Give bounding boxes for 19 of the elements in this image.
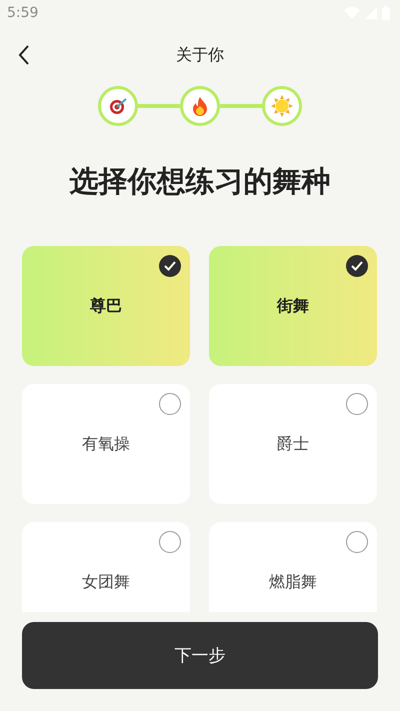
checkmark-icon xyxy=(346,255,368,277)
next-button[interactable]: 下一步 xyxy=(22,622,378,689)
dance-option-card[interactable]: 有氧操 xyxy=(22,384,190,504)
dance-option-card[interactable]: 爵士 xyxy=(209,384,377,504)
radio-circle-icon xyxy=(346,393,368,415)
page-title: 关于你 xyxy=(176,44,224,66)
dance-option-card[interactable]: 女团舞 xyxy=(22,522,190,612)
radio-circle-icon xyxy=(159,531,181,553)
radio-circle-icon xyxy=(346,531,368,553)
flame-icon xyxy=(191,96,209,116)
dance-option-card[interactable]: 尊巴 xyxy=(22,246,190,366)
question-heading: 选择你想练习的舞种 xyxy=(68,163,332,200)
radio-circle-icon xyxy=(159,393,181,415)
sun-icon xyxy=(271,95,293,117)
dance-option-card[interactable]: 街舞 xyxy=(209,246,377,366)
dartboard-icon xyxy=(108,96,128,116)
status-time: 5:59 xyxy=(7,5,38,21)
dance-option-card[interactable]: 燃脂舞 xyxy=(209,522,377,612)
checkmark-icon xyxy=(159,255,181,277)
